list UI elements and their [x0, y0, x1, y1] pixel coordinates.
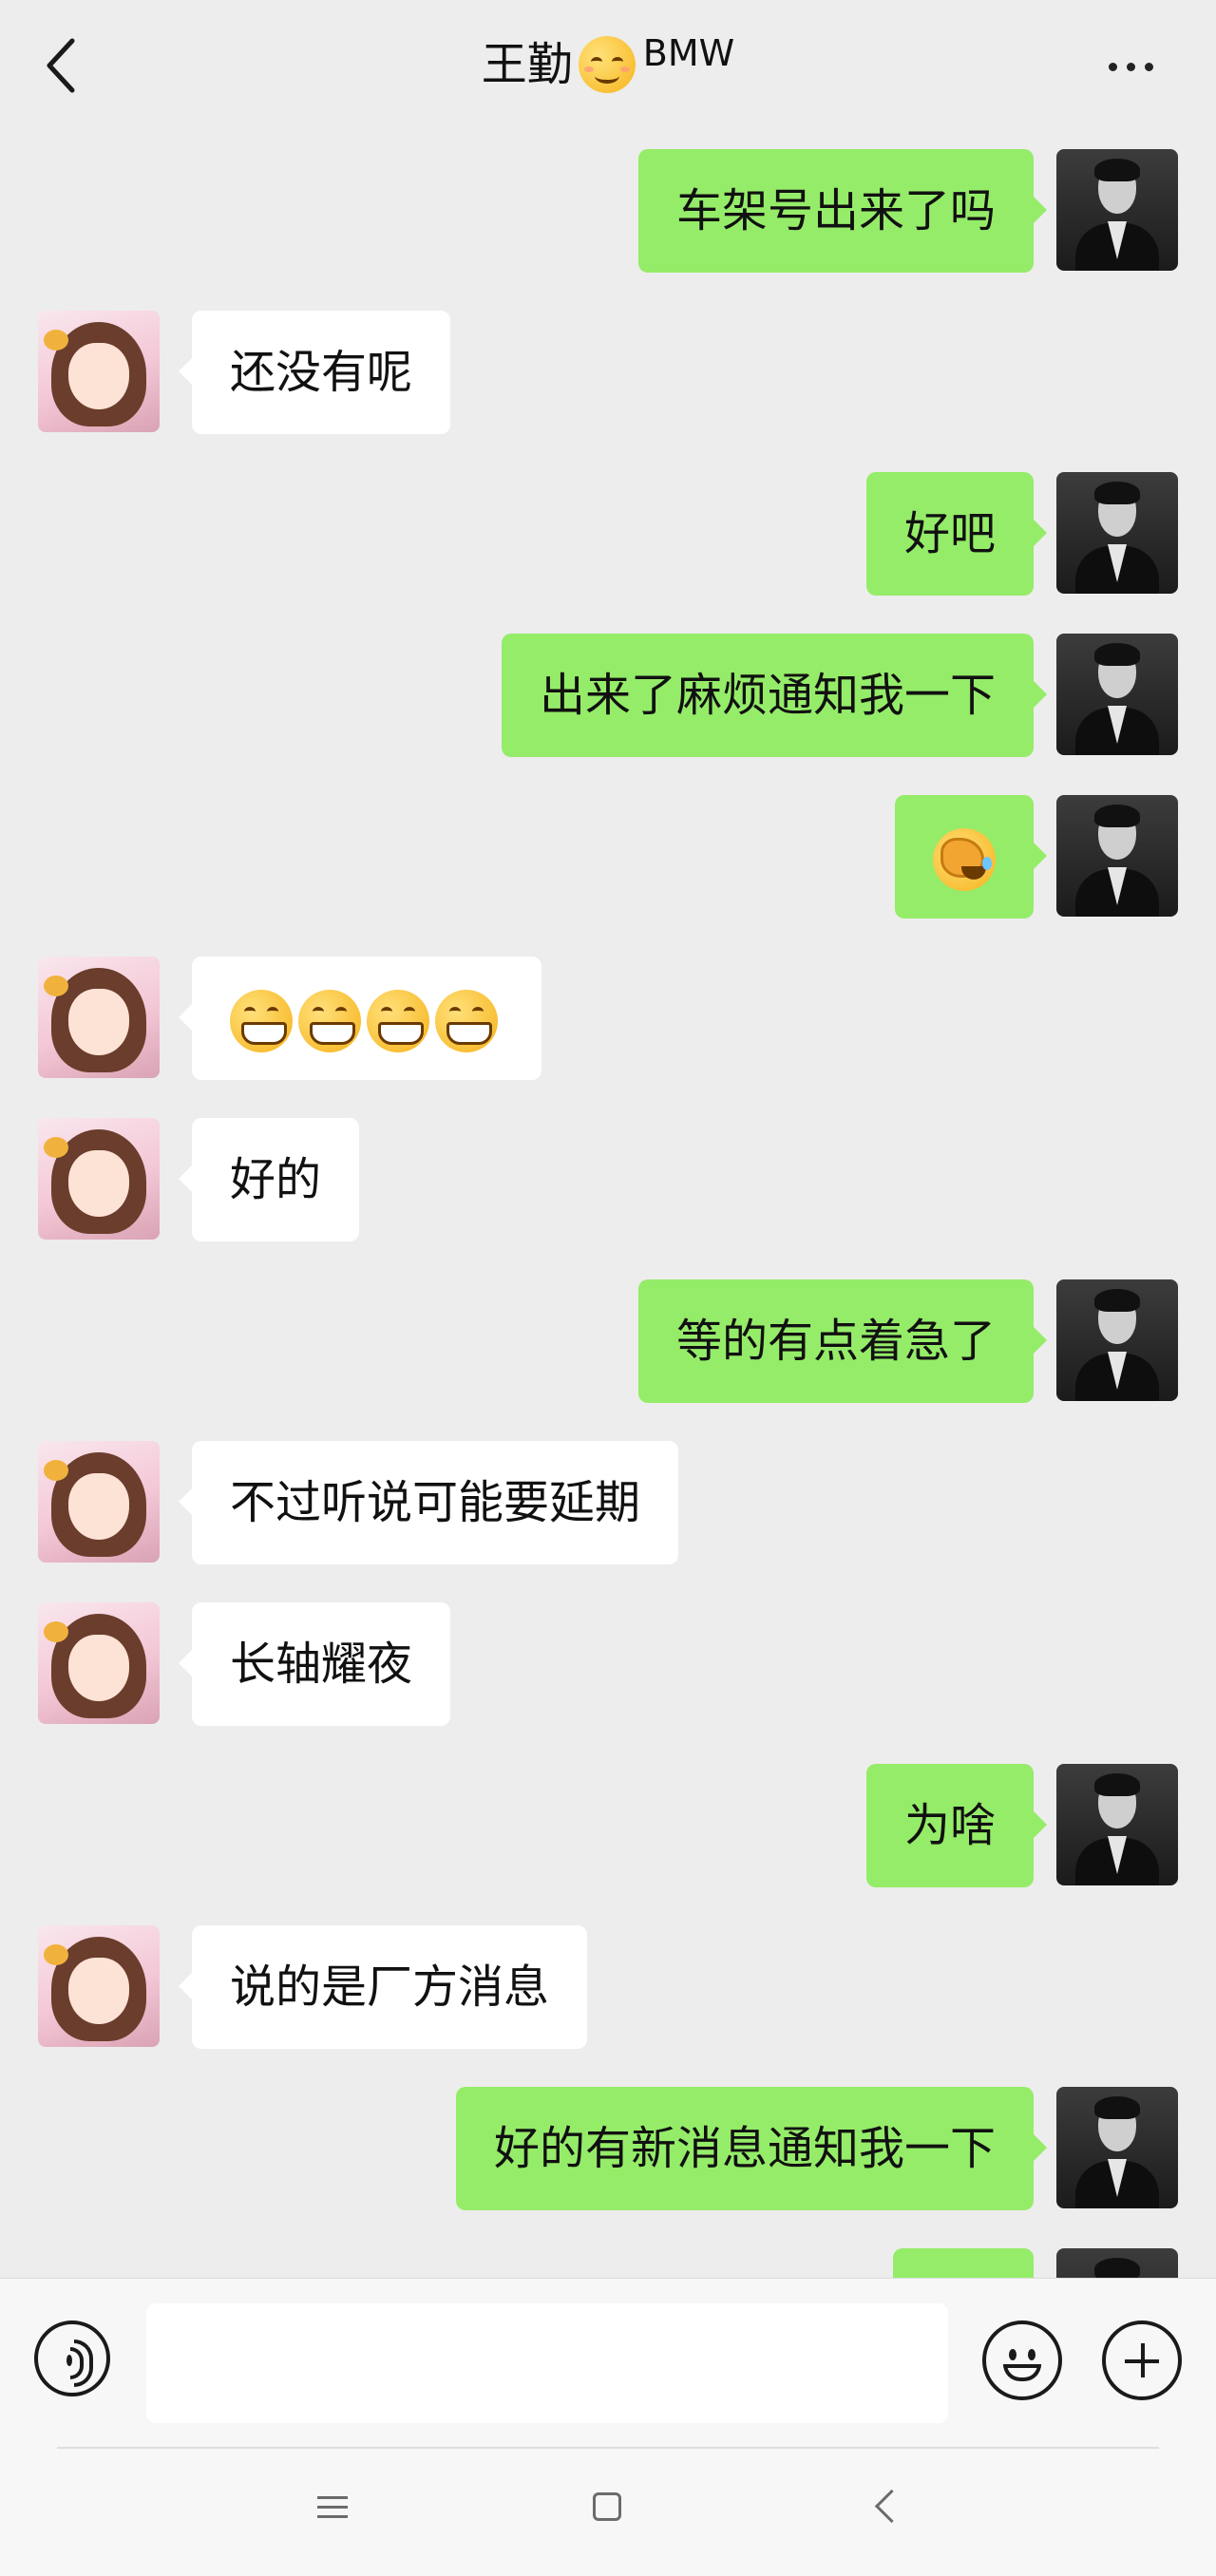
message-row: 不过听说可能要延期 — [0, 1441, 1216, 1564]
plus-button[interactable] — [1102, 2320, 1182, 2400]
message-bubble-received[interactable] — [179, 957, 542, 1080]
message-bubble-received[interactable]: 说的是厂方消息 — [178, 1925, 588, 2049]
message-bubble-received[interactable]: 好的 — [178, 1118, 360, 1241]
my-avatar[interactable] — [1056, 472, 1178, 594]
my-avatar[interactable] — [1056, 2248, 1178, 2278]
nav-divider — [57, 2447, 1159, 2449]
my-avatar[interactable] — [1056, 795, 1178, 917]
message-bubble-received[interactable]: 还没有呢 — [178, 311, 451, 434]
message-row: 等的有点着急了 — [0, 1279, 1216, 1403]
emoji-icon — [1009, 2349, 1016, 2360]
message-row — [0, 795, 1216, 919]
message-bubble-sent[interactable] — [895, 795, 1047, 919]
contact-avatar[interactable] — [38, 311, 160, 432]
input-bar — [0, 2278, 1216, 2448]
back-icon[interactable] — [874, 2489, 909, 2524]
message-row: 还没有呢 — [0, 311, 1216, 434]
grinning-emoji — [435, 990, 498, 1052]
message-bubble-sent[interactable]: 等的有点着急了 — [637, 1279, 1048, 1403]
message-bubble-sent[interactable]: 好吧 — [865, 472, 1048, 596]
chat-header: 王勤 BMW — [0, 0, 1216, 133]
contact-avatar[interactable] — [38, 1602, 160, 1724]
grinning-emoji — [367, 990, 429, 1052]
message-row: 为啥 — [0, 1764, 1216, 1887]
message-row: 出来了麻烦通知我一下 — [0, 634, 1216, 757]
my-avatar[interactable] — [1056, 2087, 1178, 2208]
more-button[interactable] — [1092, 47, 1168, 85]
my-avatar[interactable] — [1056, 149, 1178, 271]
facepalm-crying-emoji — [933, 828, 996, 891]
system-nav-bar — [0, 2447, 1216, 2576]
message-bubble-sent[interactable]: 为啥 — [865, 1764, 1048, 1887]
voice-button[interactable] — [34, 2320, 110, 2396]
contact-avatar[interactable] — [38, 1118, 160, 1240]
contact-avatar[interactable] — [38, 957, 160, 1078]
chat-title: 王勤 BMW — [0, 27, 1216, 103]
message-bubble-sent[interactable]: 出来了麻烦通知我一下 — [501, 634, 1048, 757]
my-avatar[interactable] — [1056, 634, 1178, 755]
chat-area[interactable]: 车架号出来了吗 还没有呢 好吧 出来了麻烦通知我一下 好的 等的有点着急了 不过… — [0, 133, 1216, 2278]
message-row: 好吧 — [0, 472, 1216, 596]
emoji-button[interactable] — [982, 2320, 1062, 2400]
contact-suffix: BMW — [642, 32, 735, 74]
message-row — [0, 957, 1216, 1080]
contact-name: 王勤 — [481, 38, 573, 91]
message-bubble-sent[interactable] — [893, 2248, 1034, 2278]
contact-avatar[interactable] — [38, 1441, 160, 1563]
message-bubble-sent[interactable]: 好的有新消息通知我一下 — [455, 2087, 1048, 2210]
message-row: 好的有新消息通知我一下 — [0, 2087, 1216, 2210]
message-row: 说的是厂方消息 — [0, 1925, 1216, 2049]
grinning-emoji — [230, 990, 293, 1052]
more-dots-icon — [1108, 62, 1117, 71]
message-input[interactable] — [146, 2303, 948, 2423]
my-avatar[interactable] — [1056, 1764, 1178, 1885]
my-avatar[interactable] — [1056, 1279, 1178, 1401]
message-bubble-received[interactable]: 不过听说可能要延期 — [178, 1441, 679, 1564]
contact-avatar[interactable] — [38, 1925, 160, 2047]
message-row: 好的 — [0, 1118, 1216, 1241]
message-row: 长轴耀夜 — [0, 1602, 1216, 1726]
menu-icon[interactable] — [317, 2496, 348, 2519]
smiling-face-icon — [578, 36, 636, 93]
grinning-emoji — [298, 990, 361, 1052]
message-bubble-received[interactable]: 长轴耀夜 — [178, 1602, 451, 1726]
message-bubble-sent[interactable]: 车架号出来了吗 — [637, 149, 1048, 273]
message-row: 车架号出来了吗 — [0, 149, 1216, 273]
home-icon[interactable] — [593, 2492, 621, 2521]
message-row — [0, 2248, 1216, 2278]
